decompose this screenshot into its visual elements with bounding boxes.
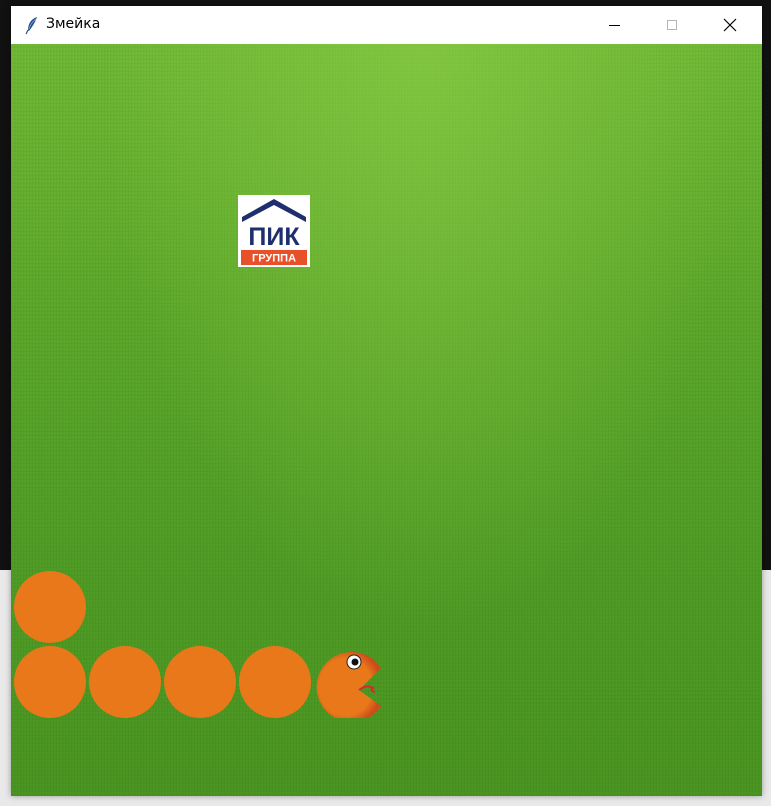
close-button[interactable] xyxy=(707,6,753,44)
food-logo: ПИК ГРУППА xyxy=(238,195,310,267)
game-field[interactable]: ПИК ГРУППА xyxy=(11,44,762,796)
snake-head xyxy=(316,652,381,718)
snake-segment xyxy=(14,571,86,643)
feather-icon xyxy=(25,17,37,35)
maximize-button[interactable] xyxy=(649,6,695,44)
minimize-button[interactable] xyxy=(591,6,637,44)
close-icon xyxy=(723,18,737,32)
game-window: Змейка ПИК ГРУППА xyxy=(11,6,762,796)
snake-segment xyxy=(164,646,236,718)
maximize-icon xyxy=(667,20,677,30)
snake-segment xyxy=(239,646,311,718)
snake-segment xyxy=(89,646,161,718)
food-logo-text-bottom: ГРУППА xyxy=(252,253,296,265)
title-bar[interactable]: Змейка xyxy=(11,6,762,44)
window-title: Змейка xyxy=(46,16,101,32)
snake-segment xyxy=(14,646,86,718)
minimize-icon xyxy=(608,24,620,26)
food-logo-text-top: ПИК xyxy=(248,223,300,251)
